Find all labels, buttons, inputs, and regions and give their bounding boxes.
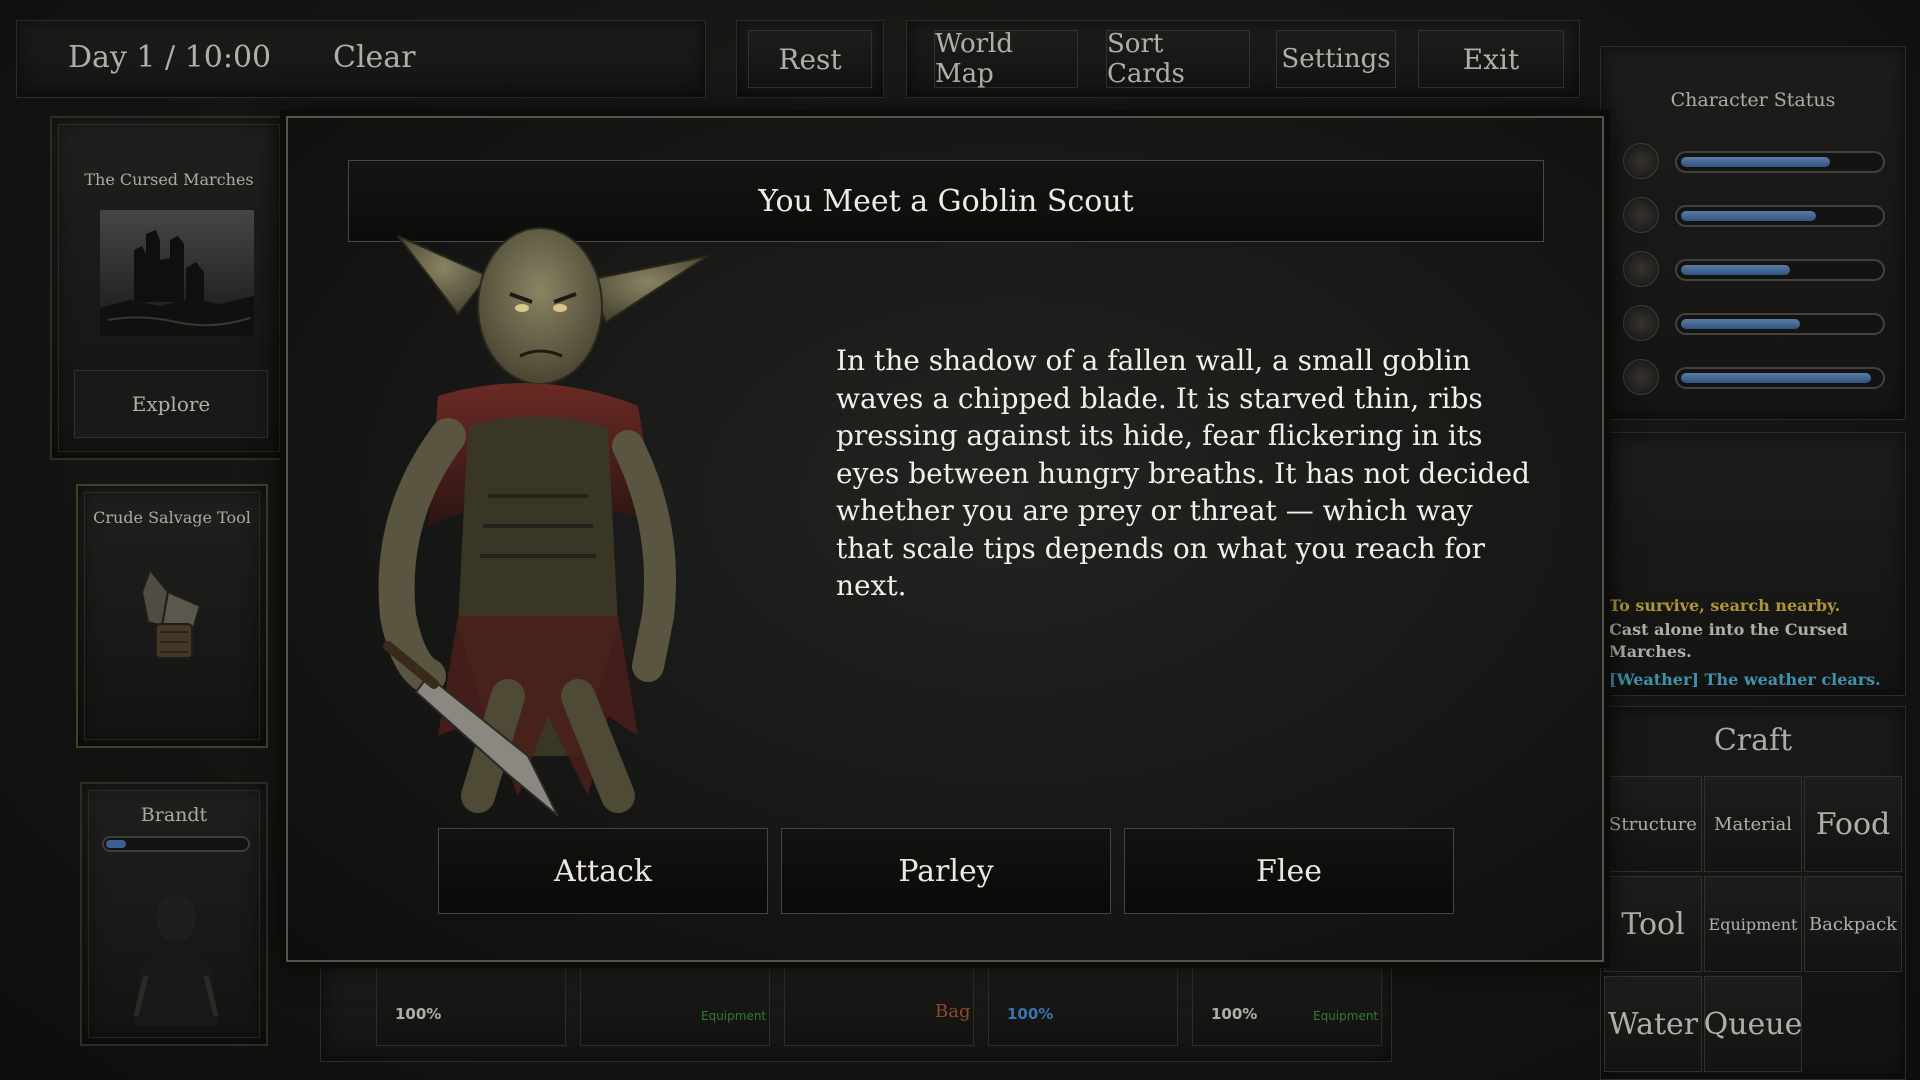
location-card[interactable]: The Cursed Marches Explore — [50, 116, 288, 460]
stat-bar — [1675, 367, 1885, 389]
rest-button[interactable]: Rest — [748, 30, 872, 88]
slot-durability: 100% — [1007, 1005, 1054, 1023]
inventory-slot[interactable]: 100% Equipment — [1192, 964, 1382, 1046]
stat-bar — [1675, 151, 1885, 173]
character-health-fill — [106, 840, 126, 848]
craft-tool-button[interactable]: Tool — [1604, 876, 1702, 972]
exit-button[interactable]: Exit — [1418, 30, 1564, 88]
slot-tag: Equipment — [701, 1009, 767, 1023]
moon-icon — [1623, 359, 1659, 395]
character-status-title: Character Status — [1670, 89, 1836, 111]
location-card-title: The Cursed Marches — [84, 170, 254, 189]
character-health-bar — [102, 836, 250, 852]
slot-durability: 100% — [1211, 1005, 1258, 1023]
slot-tag: Equipment — [1313, 1009, 1379, 1023]
message-log: To survive, search nearby. Cast alone in… — [1600, 432, 1906, 696]
goblin-scout-illustration — [378, 227, 709, 817]
ruined-castle-image — [100, 210, 254, 336]
inventory-slot[interactable]: Equipment — [580, 964, 770, 1046]
craft-queue-button[interactable]: Queue — [1704, 976, 1802, 1072]
weather-label: Clear — [333, 40, 416, 75]
settings-button[interactable]: Settings — [1276, 30, 1396, 88]
attack-button[interactable]: Attack — [438, 828, 768, 914]
craft-water-button[interactable]: Water — [1604, 976, 1702, 1072]
craft-equipment-button[interactable]: Equipment — [1704, 876, 1802, 972]
character-name: Brandt — [140, 804, 208, 826]
world-map-button[interactable]: World Map — [934, 29, 1078, 89]
day-time-label: Day 1 / 10:00 — [68, 40, 272, 75]
stat-bar-fill — [1681, 319, 1800, 329]
stat-bar — [1675, 313, 1885, 335]
character-status-panel: Character Status — [1600, 46, 1906, 420]
character-card[interactable]: Brandt — [80, 782, 268, 1046]
craft-title: Craft — [1713, 723, 1793, 758]
stat-bar-fill — [1681, 211, 1816, 221]
stat-bar-fill — [1681, 265, 1790, 275]
stat-bar-fill — [1681, 373, 1871, 383]
flee-button[interactable]: Flee — [1124, 828, 1454, 914]
parley-button[interactable]: Parley — [781, 828, 1111, 914]
craft-material-button[interactable]: Material — [1704, 776, 1802, 872]
stomach-icon — [1623, 197, 1659, 233]
craft-food-button[interactable]: Food — [1804, 776, 1902, 872]
explore-button[interactable]: Explore — [74, 370, 268, 438]
slot-durability: 100% — [395, 1005, 442, 1023]
craft-structure-button[interactable]: Structure — [1604, 776, 1702, 872]
slot-durability: Bag — [935, 1001, 971, 1022]
water-drop-icon — [1623, 251, 1659, 287]
salvage-tool-icon — [140, 568, 202, 659]
inventory-slot[interactable]: Bag — [784, 964, 974, 1046]
sort-cards-button[interactable]: Sort Cards — [1106, 29, 1250, 89]
encounter-dialog: You Meet a Goblin Scout In the shadow of… — [286, 116, 1604, 962]
tool-card-title: Crude Salvage Tool — [93, 508, 251, 527]
stat-bar — [1675, 259, 1885, 281]
heart-icon — [1623, 143, 1659, 179]
character-portrait — [133, 894, 219, 1026]
inventory-slot[interactable]: 100% — [376, 964, 566, 1046]
log-line-3: [Weather] The weather clears. — [1609, 670, 1881, 689]
head-icon — [1623, 305, 1659, 341]
encounter-description: In the shadow of a fallen wall, a small … — [836, 344, 1530, 602]
log-line-2: Cast alone into the Cursed Marches. — [1609, 620, 1848, 661]
stat-bar — [1675, 205, 1885, 227]
log-line-1: To survive, search nearby. — [1609, 596, 1841, 615]
tool-card[interactable]: Crude Salvage Tool — [76, 484, 268, 748]
stat-bar-fill — [1681, 157, 1830, 167]
craft-backpack-button[interactable]: Backpack — [1804, 876, 1902, 972]
inventory-slot[interactable]: 100% — [988, 964, 1178, 1046]
